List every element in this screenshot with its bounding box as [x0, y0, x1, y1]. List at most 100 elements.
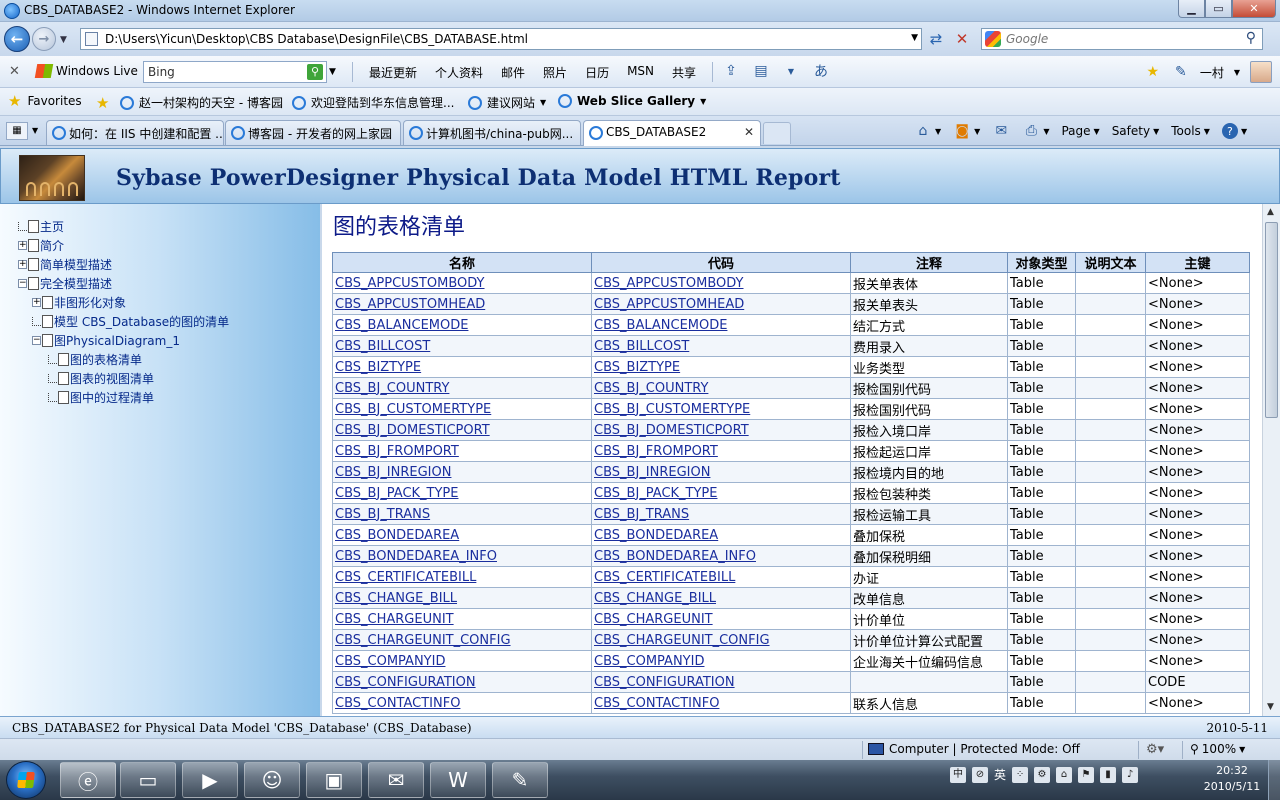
search-icon[interactable]: ⚲: [1246, 30, 1256, 46]
favorite-link-login[interactable]: 欢迎登陆到华东信息管理...: [292, 94, 454, 111]
recent-pages-dropdown-icon[interactable]: ▼: [60, 35, 67, 45]
cell-code[interactable]: CBS_BJ_INREGION: [591, 461, 851, 483]
show-desktop-button[interactable]: [1268, 760, 1280, 800]
feeds-button[interactable]: ◙ ▼: [953, 122, 980, 140]
suggested-sites-button[interactable]: 建议网站 ▼: [468, 94, 546, 111]
taskbar-word-icon[interactable]: W: [430, 762, 486, 798]
live-link-mail[interactable]: 邮件: [501, 64, 525, 81]
zoom-control[interactable]: ⚲ 100% ▼: [1190, 742, 1245, 756]
page-menu[interactable]: Page ▼: [1061, 124, 1099, 138]
cell-name[interactable]: CBS_BJ_DOMESTICPORT: [332, 419, 592, 441]
cell-name[interactable]: CBS_CHANGE_BILL: [332, 587, 592, 609]
tab-cbs-database2[interactable]: CBS_DATABASE2 ✕: [583, 120, 761, 146]
cell-name[interactable]: CBS_BONDEDAREA_INFO: [332, 545, 592, 567]
taskbar-mail-icon[interactable]: ✉: [368, 762, 424, 798]
power-icon[interactable]: ▮: [1100, 766, 1117, 783]
expand-icon[interactable]: +: [18, 260, 27, 269]
windows-live-logo[interactable]: Windows Live: [34, 64, 138, 78]
tree-item-physical-diagram[interactable]: − 图PhysicalDiagram_1: [32, 332, 180, 349]
taskbar-messenger-icon[interactable]: ☺: [244, 762, 300, 798]
expand-icon[interactable]: +: [32, 298, 41, 307]
cell-name[interactable]: CBS_BONDEDAREA: [332, 524, 592, 546]
new-tab-button[interactable]: [763, 122, 791, 144]
tree-item-home[interactable]: 主页: [18, 218, 64, 235]
cell-name[interactable]: CBS_CHARGEUNIT_CONFIG: [332, 629, 592, 651]
user-name[interactable]: 一村: [1200, 64, 1224, 81]
bing-search-icon[interactable]: ⚲: [307, 64, 323, 80]
message-icon[interactable]: ▤: [752, 62, 770, 80]
minimize-button[interactable]: ▁: [1178, 0, 1205, 18]
print-button[interactable]: ⎙ ▼: [1022, 122, 1050, 140]
protected-mode-icon[interactable]: ⚙▾: [1146, 742, 1164, 757]
tab-china-pub[interactable]: 计算机图书/china-pub网...: [403, 120, 581, 145]
cell-name[interactable]: CBS_CONFIGURATION: [332, 671, 592, 693]
cell-name[interactable]: CBS_BJ_TRANS: [332, 503, 592, 525]
stop-icon[interactable]: ✕: [952, 30, 972, 50]
no-entry-icon[interactable]: ⊘: [972, 766, 988, 783]
cell-name[interactable]: CBS_APPCUSTOMHEAD: [332, 293, 592, 315]
back-button[interactable]: ←: [4, 26, 30, 52]
close-window-button[interactable]: ✕: [1232, 0, 1276, 18]
scroll-thumb[interactable]: [1265, 222, 1278, 418]
close-toolbar-icon[interactable]: ✕: [9, 64, 20, 79]
security-zone[interactable]: Computer | Protected Mode: Off: [868, 742, 1080, 756]
forward-button[interactable]: →: [32, 27, 56, 51]
tree-item-table-list[interactable]: 图的表格清单: [48, 351, 142, 368]
cell-code[interactable]: CBS_CONTACTINFO: [591, 692, 851, 714]
message-dropdown-icon[interactable]: ▼: [782, 62, 800, 80]
cell-name[interactable]: CBS_BJ_PACK_TYPE: [332, 482, 592, 504]
live-link-profile[interactable]: 个人资料: [435, 64, 483, 81]
cell-name[interactable]: CBS_BJ_INREGION: [332, 461, 592, 483]
share-icon[interactable]: ⇪: [722, 62, 740, 80]
cell-code[interactable]: CBS_BIZTYPE: [591, 356, 851, 378]
cell-code[interactable]: CBS_BILLCOST: [591, 335, 851, 357]
edit-icon[interactable]: ✎: [1172, 63, 1190, 81]
tree-item-non-graphic[interactable]: + 非图形化对象: [32, 294, 126, 311]
cell-code[interactable]: CBS_BJ_CUSTOMERTYPE: [591, 398, 851, 420]
cell-code[interactable]: CBS_CHANGE_BILL: [591, 587, 851, 609]
cell-name[interactable]: CBS_COMPANYID: [332, 650, 592, 672]
taskbar-media-player-icon[interactable]: ▶: [182, 762, 238, 798]
favorites-button[interactable]: ★ Favorites: [8, 94, 82, 109]
web-slice-gallery-button[interactable]: Web Slice Gallery ▼: [558, 94, 706, 108]
help-button[interactable]: ? ▼: [1221, 123, 1247, 139]
tools-menu[interactable]: Tools ▼: [1171, 124, 1210, 138]
cell-code[interactable]: CBS_BJ_DOMESTICPORT: [591, 419, 851, 441]
cell-code[interactable]: CBS_CERTIFICATEBILL: [591, 566, 851, 588]
vertical-scrollbar[interactable]: ▲ ▼: [1262, 204, 1280, 716]
tree-item-intro[interactable]: + 简介: [18, 237, 64, 254]
favorite-link-blog[interactable]: 赵一村架构的天空 - 博客园: [120, 94, 283, 111]
user-dropdown-icon[interactable]: ▼: [1234, 68, 1240, 77]
quick-tabs-icon[interactable]: ▦: [6, 122, 28, 140]
favorites-star-icon[interactable]: ★: [1144, 63, 1162, 81]
close-tab-icon[interactable]: ✕: [744, 125, 754, 139]
cell-code[interactable]: CBS_BONDEDAREA: [591, 524, 851, 546]
search-box[interactable]: ⚲: [981, 28, 1263, 50]
start-button[interactable]: [6, 761, 46, 799]
collapse-icon[interactable]: −: [18, 279, 27, 288]
tree-item-diagram-list[interactable]: 模型 CBS_Database的图的清单: [32, 313, 229, 330]
cell-code[interactable]: CBS_COMPANYID: [591, 650, 851, 672]
cell-code[interactable]: CBS_APPCUSTOMBODY: [591, 272, 851, 294]
collapse-icon[interactable]: −: [32, 336, 41, 345]
url-field[interactable]: D:\Users\Yicun\Desktop\CBS Database\Desi…: [80, 28, 922, 50]
cell-code[interactable]: CBS_BJ_PACK_TYPE: [591, 482, 851, 504]
live-link-calendar[interactable]: 日历: [585, 64, 609, 81]
tree-item-view-list[interactable]: 图表的视图清单: [48, 370, 154, 387]
cell-name[interactable]: CBS_BILLCOST: [332, 335, 592, 357]
tree-item-simple-model[interactable]: + 简单模型描述: [18, 256, 112, 273]
ime-language[interactable]: 英: [994, 766, 1006, 783]
cell-code[interactable]: CBS_CHARGEUNIT: [591, 608, 851, 630]
bing-dropdown-icon[interactable]: ▼: [329, 67, 336, 77]
cell-code[interactable]: CBS_BJ_FROMPORT: [591, 440, 851, 462]
tab-cnblogs[interactable]: 博客园 - 开发者的网上家园: [225, 120, 401, 145]
taskbar-remote-desktop-icon[interactable]: ▣: [306, 762, 362, 798]
cell-code[interactable]: CBS_CONFIGURATION: [591, 671, 851, 693]
translate-icon[interactable]: あ: [812, 62, 830, 80]
cell-name[interactable]: CBS_BJ_CUSTOMERTYPE: [332, 398, 592, 420]
maximize-button[interactable]: ▭: [1205, 0, 1232, 18]
live-link-share[interactable]: 共享: [672, 64, 696, 81]
search-input[interactable]: [1006, 31, 1236, 47]
network-icon[interactable]: ⌂: [1056, 766, 1073, 783]
bing-search-input[interactable]: [148, 65, 298, 79]
